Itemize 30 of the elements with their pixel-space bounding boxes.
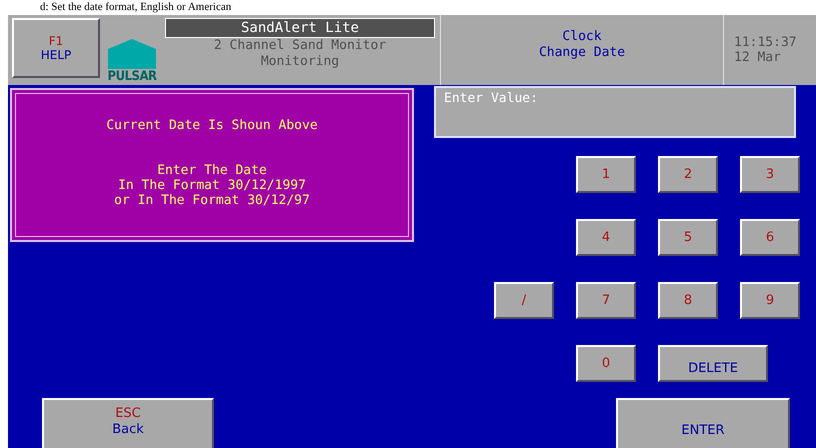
caption-text: d: Set the date format, English or American: [39, 0, 232, 15]
date-text: 12 Mar: [734, 50, 782, 65]
key-button[interactable]: 8: [658, 282, 718, 319]
enter-button[interactable]: ENTER: [616, 398, 790, 448]
delete-button[interactable]: DELETE: [658, 345, 768, 382]
subtitle-text: 2 Channel Sand Monitor: [214, 38, 386, 54]
time-text: 11:15:37: [734, 35, 798, 50]
key-button[interactable]: 0: [576, 345, 636, 382]
house-icon: [108, 39, 156, 69]
key-button[interactable]: 5: [658, 219, 718, 256]
instruction-text: or In The Format 30/12/97: [114, 193, 310, 208]
key-button[interactable]: /: [494, 282, 554, 319]
key-button[interactable]: 3: [740, 156, 800, 193]
key-button[interactable]: 1: [576, 156, 636, 193]
key-button[interactable]: 9: [740, 282, 800, 319]
instruction-text: In The Format 30/12/1997: [118, 178, 306, 193]
screen-title: Clock: [562, 29, 602, 45]
key-button[interactable]: 6: [740, 219, 800, 256]
panel-heading: Current Date Is Shoun Above: [106, 118, 318, 133]
screen-title: Change Date: [538, 45, 626, 61]
logo-text: PULSAR: [108, 69, 156, 85]
instruction-text: Enter The Date: [157, 163, 267, 178]
back-button[interactable]: ESC Back: [42, 398, 214, 448]
subtitle-text: Monitoring: [260, 54, 340, 70]
app-title: SandAlert Lite: [165, 18, 435, 38]
key-button[interactable]: 7: [576, 282, 636, 319]
input-field[interactable]: Enter Value:: [434, 86, 796, 138]
key-button[interactable]: 4: [576, 219, 636, 256]
help-button[interactable]: F1 HELP: [12, 18, 100, 78]
key-button[interactable]: 2: [658, 156, 718, 193]
